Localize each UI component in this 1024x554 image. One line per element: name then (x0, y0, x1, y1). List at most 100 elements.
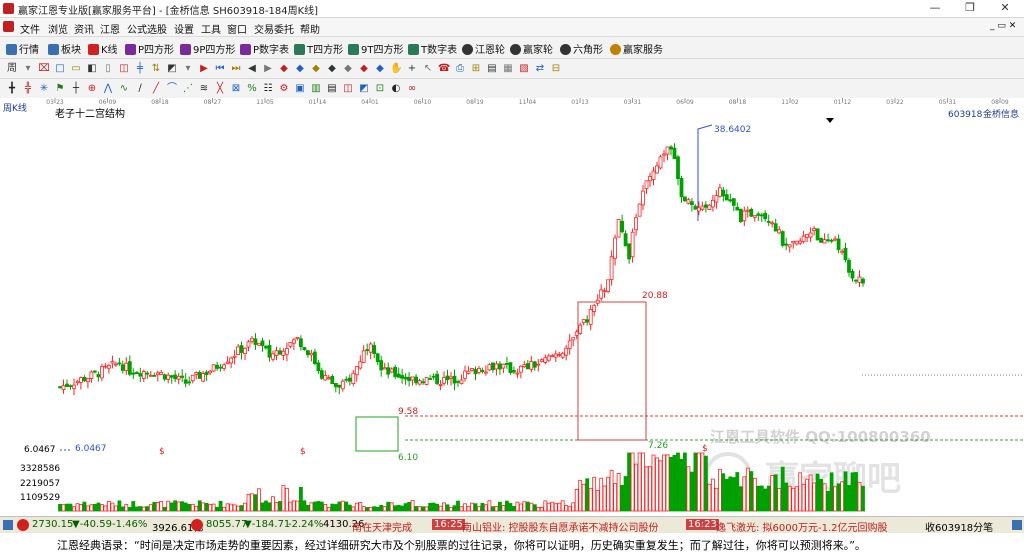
toolbar-tool-icon[interactable]: ⏮ (214, 63, 226, 74)
toolbar-tool-icon[interactable]: ╪ (134, 63, 146, 74)
toolbar-tool-icon[interactable]: + (406, 63, 418, 74)
toolbar-tool-icon[interactable]: ◀ (246, 63, 258, 74)
toolbar-tool-icon[interactable]: ⚑ (54, 83, 66, 94)
toolbar-tool-icon[interactable]: ∕ (134, 83, 146, 94)
news-ticker-1[interactable]: 南在天津完成 (352, 519, 412, 534)
status-settings-icon[interactable] (1012, 520, 1022, 530)
candle-body (257, 342, 261, 346)
toolbar-tool-icon[interactable]: ◆ (294, 63, 306, 74)
menu-help[interactable]: 帮助 (300, 21, 320, 36)
menu-window[interactable]: 窗口 (227, 21, 247, 36)
toolbar-tool-icon[interactable]: ≋ (198, 83, 210, 94)
toolbar-tool-icon[interactable]: ✳ (38, 83, 50, 94)
mdi-controls[interactable]: _ ▭ ✕ (990, 21, 1016, 31)
toolbar-9p-square-button[interactable]: 9P四方形 (180, 41, 235, 56)
toolbar-tool-icon[interactable]: ⎙ (454, 63, 466, 74)
toolbar-tool-icon[interactable]: ◆ (358, 63, 370, 74)
toolbar-p-table-button[interactable]: P数字表 (240, 41, 289, 56)
toolbar-tool-icon[interactable]: ⇅ (150, 63, 162, 74)
toolbar-tool-icon[interactable]: ◆ (342, 63, 354, 74)
toolbar-tool-icon[interactable]: □ (54, 63, 66, 74)
toolbar-p-square-button[interactable]: P四方形 (125, 41, 174, 56)
toolbar-tool-icon[interactable]: ▥ (310, 83, 322, 94)
toolbar-tool-icon[interactable]: ╳ (214, 83, 226, 94)
toolbar-tool-icon[interactable]: ╋ (6, 83, 18, 94)
toolbar-tool-icon[interactable]: ⌧ (38, 63, 50, 74)
toolbar-tool-icon[interactable]: ▤ (326, 83, 338, 94)
menu-file[interactable]: 文件 (20, 21, 40, 36)
toolbar-tool-icon[interactable]: ⚙ (278, 83, 290, 94)
toolbar-tool-icon[interactable]: ⊞ (470, 63, 482, 74)
toolbar-tool-icon[interactable]: ▣ (294, 83, 306, 94)
volume-bar (124, 503, 129, 512)
toolbar-service-button[interactable]: 赢家服务 (610, 41, 663, 56)
toolbar-tool-icon[interactable]: ↖ (422, 63, 434, 74)
menu-formula[interactable]: 公式选股 (127, 21, 167, 36)
toolbar-tool-icon[interactable]: ⊟ (550, 63, 562, 74)
menu-trade[interactable]: 交易委托 (254, 21, 294, 36)
toolbar-quotes-button[interactable]: 行情 (6, 41, 39, 56)
toolbar-tool-icon[interactable]: ∿ (118, 83, 130, 94)
news-ticker-2[interactable]: 南山铝业: 控股股东自愿承诺不减持公司股份 (462, 519, 659, 534)
toolbar-tool-icon[interactable]: ◩ (358, 83, 370, 94)
toolbar-tool-icon[interactable]: ⏭ (230, 63, 242, 74)
toolbar-tool-icon[interactable]: ∞ (406, 83, 418, 94)
toolbar-tool-icon[interactable]: ✋ (390, 63, 402, 74)
toolbar-tool-icon[interactable]: ▶ (262, 63, 274, 74)
toolbar-tool-icon[interactable]: ╱ (150, 83, 162, 94)
restore-button[interactable]: ❐ (955, 0, 985, 17)
toolbar-tool-icon[interactable]: ◩ (166, 63, 178, 74)
menu-news[interactable]: 资讯 (74, 21, 94, 36)
toolbar-tool-icon[interactable]: % (246, 83, 258, 94)
candle-body (763, 212, 768, 220)
chart-area[interactable]: 03-23 06-09 08-18 08-27 11-05 01-14 04-01 06-10… (0, 98, 1024, 516)
toolbar-tool-icon[interactable]: ⊠ (230, 83, 242, 94)
toolbar-tool-icon[interactable]: ⌒ (166, 83, 178, 94)
volume-bar (274, 502, 279, 512)
toolbar-gann-wheel-button[interactable]: 江恩轮 (462, 41, 505, 56)
news-ticker-3[interactable]: 逸飞激光: 拟6000万元-1.2亿元回购股 (716, 519, 888, 534)
toolbar-kline-button[interactable]: K线 (88, 41, 118, 56)
toolbar-tool-icon[interactable]: ┼ (70, 83, 82, 94)
toolbar-tool-icon[interactable]: ⊕ (86, 83, 98, 94)
toolbar-tool-icon[interactable]: ▭ (70, 63, 82, 74)
toolbar-tool-icon[interactable]: 周 (6, 63, 18, 74)
toolbar-tool-icon[interactable]: ▤ (486, 63, 498, 74)
toolbar-9t-square-button[interactable]: 9T四方形 (348, 41, 403, 56)
toolbar-tool-icon[interactable]: ◆ (310, 63, 322, 74)
volume-bar (145, 506, 150, 512)
candle-body (424, 377, 429, 385)
toolbar-tool-icon[interactable]: ◐ (390, 83, 402, 94)
toolbar-tool-icon[interactable]: ▶ (198, 63, 210, 74)
toolbar-tool-icon[interactable]: ⋀ (102, 83, 114, 94)
toolbar-blocks-button[interactable]: 板块 (48, 41, 81, 56)
menu-browse[interactable]: 浏览 (48, 21, 68, 36)
menu-settings[interactable]: 设置 (174, 21, 194, 36)
toolbar-t-table-button[interactable]: T数字表 (408, 41, 457, 56)
toolbar-tool-icon[interactable]: ▧ (518, 63, 530, 74)
toolbar-tool-icon[interactable]: ◧ (86, 63, 98, 74)
toolbar-tool-icon[interactable]: ▾ (182, 63, 194, 74)
close-button[interactable]: ✕ (990, 0, 1020, 17)
toolbar-tool-icon[interactable]: ⇄ (534, 63, 546, 74)
menu-tools[interactable]: 工具 (201, 21, 221, 36)
toolbar-tool-icon[interactable]: ☎ (438, 63, 450, 74)
toolbar-tool-icon[interactable]: ◆ (278, 63, 290, 74)
candlestick-chart[interactable]: 03-23 06-09 08-18 08-27 11-05 01-14 04-01 06-10… (0, 98, 1024, 516)
toolbar-tool-icon[interactable]: ◫ (118, 63, 130, 74)
toolbar-tool-icon[interactable]: ◆ (326, 63, 338, 74)
toolbar-hexagon-button[interactable]: 六角形 (560, 41, 603, 56)
toolbar-tool-icon[interactable]: ◆ (374, 63, 386, 74)
minimize-button[interactable]: — (920, 0, 950, 17)
toolbar-tool-icon[interactable]: ▦ (502, 63, 514, 74)
toolbar-tool-icon[interactable]: ☷ (262, 83, 274, 94)
toolbar-tool-icon[interactable]: ⊡ (374, 83, 386, 94)
toolbar-winner-wheel-button[interactable]: 赢家轮 (510, 41, 553, 56)
toolbar-t-square-button[interactable]: T四方形 (294, 41, 343, 56)
toolbar-tool-icon[interactable]: ⋰ (182, 83, 194, 94)
toolbar-tool-icon[interactable]: ▯ (102, 63, 114, 74)
toolbar-tool-icon[interactable]: ▾ (22, 63, 34, 74)
toolbar-tool-icon[interactable]: ╬ (22, 83, 34, 94)
toolbar-tool-icon[interactable]: ◫ (342, 83, 354, 94)
menu-gann[interactable]: 江恩 (100, 21, 120, 36)
